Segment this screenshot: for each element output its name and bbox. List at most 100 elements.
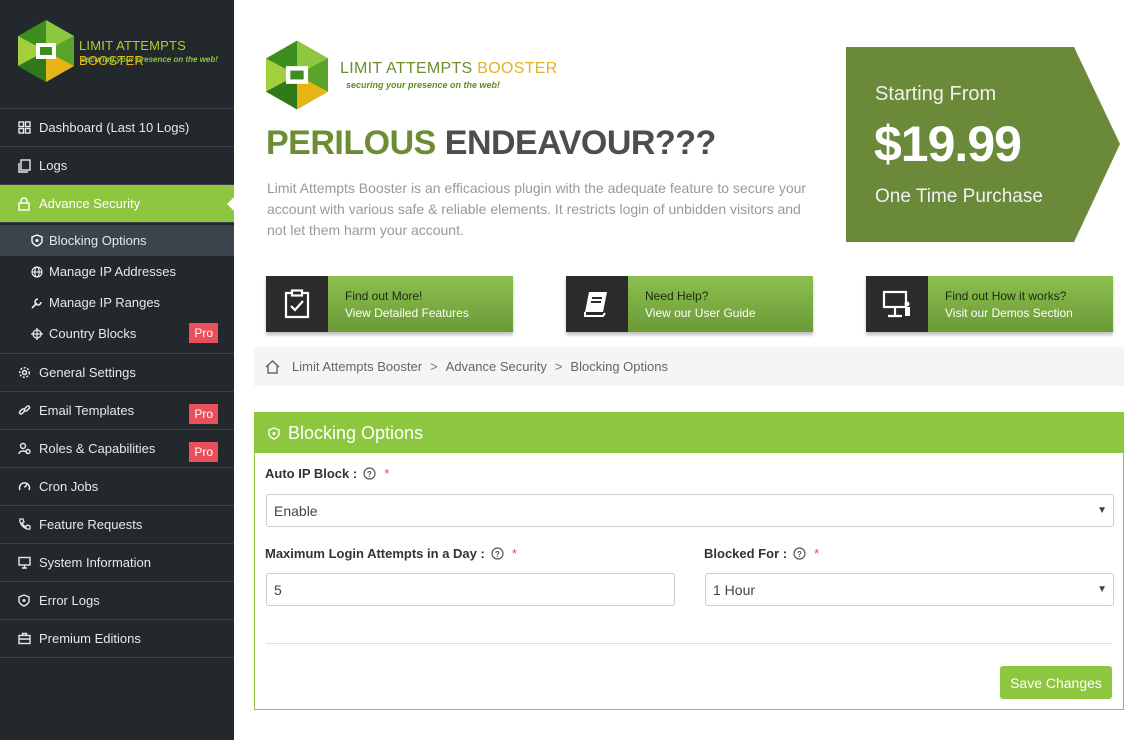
sidebar-item-cron-jobs[interactable]: Cron Jobs <box>0 468 234 506</box>
required-mark: * <box>384 466 390 481</box>
pricing-box[interactable]: Starting From $19.99 One Time Purchase <box>846 47 1120 242</box>
sidebar-subitem-label: Manage IP Addresses <box>49 264 176 279</box>
pricing-from: Starting From <box>875 83 997 105</box>
globe-icon <box>31 265 43 278</box>
logs-icon <box>17 158 31 173</box>
sidebar-item-label: Advance Security <box>39 196 141 211</box>
breadcrumb-separator: > <box>430 359 438 374</box>
headline: PERILOUS ENDEAVOUR??? <box>266 124 716 162</box>
breadcrumb-item-current: Blocking Options <box>570 359 668 374</box>
link-icon <box>17 404 31 418</box>
sidebar: LIMIT ATTEMPTS BOOSTER securing your pre… <box>0 0 235 740</box>
sidebar-subitem-blocking-options[interactable]: Blocking Options <box>0 225 234 256</box>
pricing-subtext: One Time Purchase <box>875 186 1043 207</box>
wrench-icon <box>31 297 43 309</box>
sidebar-logo[interactable]: LIMIT ATTEMPTS BOOSTER securing your pre… <box>0 0 234 109</box>
cta-line1: Need Help? <box>645 289 709 303</box>
sidebar-item-advance-security[interactable]: Advance Security <box>0 185 235 223</box>
blocked-for-label: Blocked For : ? * <box>704 546 820 561</box>
max-login-attempts-input[interactable]: 5 <box>266 573 675 606</box>
header-brand: LIMIT ATTEMPTS BOOSTER <box>340 60 558 77</box>
sidebar-tagline: securing your presence on the web! <box>81 55 218 64</box>
panel-header: Blocking Options <box>255 413 1123 453</box>
gauge-icon <box>17 480 31 494</box>
sidebar-subitem-manage-ip-ranges[interactable]: Manage IP Ranges <box>0 287 234 318</box>
sidebar-item-email-templates[interactable]: Email Templates Pro <box>0 392 234 430</box>
max-login-attempts-label: Maximum Login Attempts in a Day : ? * <box>265 546 517 561</box>
sidebar-item-label: System Information <box>39 555 151 570</box>
monitor-icon <box>17 556 31 570</box>
sidebar-item-general-settings[interactable]: General Settings <box>0 354 234 392</box>
blocked-for-select[interactable]: 1 Hour ▼ <box>705 573 1114 606</box>
svg-text:?: ? <box>495 550 500 559</box>
gear-icon <box>17 366 31 380</box>
sidebar-item-label: Roles & Capabilities <box>39 441 156 456</box>
breadcrumb-separator: > <box>554 359 563 374</box>
sidebar-item-roles-capabilities[interactable]: Roles & Capabilities Pro <box>0 430 234 468</box>
help-icon[interactable]: ? <box>363 467 376 480</box>
cta-line1: Find out How it works? <box>945 289 1067 303</box>
book-icon <box>566 276 628 332</box>
sidebar-item-label: Cron Jobs <box>39 479 99 494</box>
cta-demos-section[interactable]: Find out How it works? Visit our Demos Se… <box>866 276 1113 332</box>
blocking-options-panel: Blocking Options Auto IP Block : ? * Ena… <box>254 412 1124 710</box>
panel-title: Blocking Options <box>288 422 424 443</box>
svg-text:?: ? <box>367 470 372 479</box>
required-mark: * <box>814 546 820 561</box>
sidebar-subitem-manage-ip-addresses[interactable]: Manage IP Addresses <box>0 256 234 287</box>
sidebar-subitem-country-blocks[interactable]: Country Blocks Pro <box>0 318 234 349</box>
sidebar-subitem-label: Country Blocks <box>49 326 137 341</box>
pro-badge: Pro <box>189 323 218 343</box>
header-logo-icon <box>266 40 328 110</box>
sidebar-item-label: Premium Editions <box>39 631 141 646</box>
chevron-down-icon: ▼ <box>1097 505 1107 516</box>
cta-line1: Find out More! <box>345 289 423 303</box>
required-mark: * <box>511 546 517 561</box>
auto-ip-block-label: Auto IP Block : ? * <box>265 466 390 481</box>
sidebar-item-feature-requests[interactable]: Feature Requests <box>0 506 234 544</box>
shield-icon <box>268 426 280 440</box>
briefcase-icon <box>17 632 31 646</box>
chevron-down-icon: ▼ <box>1097 584 1107 595</box>
sidebar-subitem-label: Manage IP Ranges <box>49 295 161 310</box>
home-icon[interactable] <box>265 359 280 374</box>
cta-line2: View our User Guide <box>645 306 756 320</box>
shield-icon <box>17 594 31 608</box>
sidebar-item-premium-editions[interactable]: Premium Editions <box>0 620 234 658</box>
advance-security-submenu: Blocking Options Manage IP Addresses Man… <box>0 223 234 354</box>
help-icon[interactable]: ? <box>793 547 806 560</box>
sidebar-item-label: Dashboard (Last 10 Logs) <box>39 120 190 135</box>
breadcrumb: Limit Attempts Booster > Advance Securit… <box>254 347 1124 386</box>
auto-ip-block-select[interactable]: Enable ▼ <box>266 494 1114 527</box>
users-icon <box>17 442 31 456</box>
sidebar-item-label: Feature Requests <box>39 517 143 532</box>
phone-icon <box>17 518 31 532</box>
save-changes-button[interactable]: Save Changes <box>1000 666 1112 699</box>
dashboard-icon <box>17 121 31 135</box>
breadcrumb-item[interactable]: Limit Attempts Booster <box>292 359 422 374</box>
sidebar-item-error-logs[interactable]: Error Logs <box>0 582 234 620</box>
crosshair-icon <box>31 327 43 340</box>
divider <box>266 643 1112 644</box>
sidebar-item-label: Error Logs <box>39 593 100 608</box>
svg-text:?: ? <box>797 550 802 559</box>
sidebar-item-label: Email Templates <box>39 403 135 418</box>
sidebar-item-label: General Settings <box>39 365 136 380</box>
help-icon[interactable]: ? <box>491 547 504 560</box>
breadcrumb-item[interactable]: Advance Security <box>446 359 547 374</box>
header-tagline: securing your presence on the web! <box>346 80 501 90</box>
sidebar-item-label: Logs <box>39 158 68 173</box>
pro-badge: Pro <box>189 442 218 462</box>
sidebar-item-dashboard[interactable]: Dashboard (Last 10 Logs) <box>0 109 234 147</box>
lock-icon <box>17 196 31 211</box>
cta-detailed-features[interactable]: Find out More! View Detailed Features <box>266 276 513 332</box>
sidebar-item-system-information[interactable]: System Information <box>0 544 234 582</box>
intro-text: Limit Attempts Booster is an efficacious… <box>267 180 807 238</box>
sidebar-item-logs[interactable]: Logs <box>0 147 234 185</box>
clipboard-check-icon <box>266 276 328 332</box>
cta-user-guide[interactable]: Need Help? View our User Guide <box>566 276 813 332</box>
cta-line2: View Detailed Features <box>345 306 469 320</box>
shield-icon <box>31 234 43 247</box>
pro-badge: Pro <box>189 404 218 424</box>
presentation-icon <box>866 276 928 332</box>
